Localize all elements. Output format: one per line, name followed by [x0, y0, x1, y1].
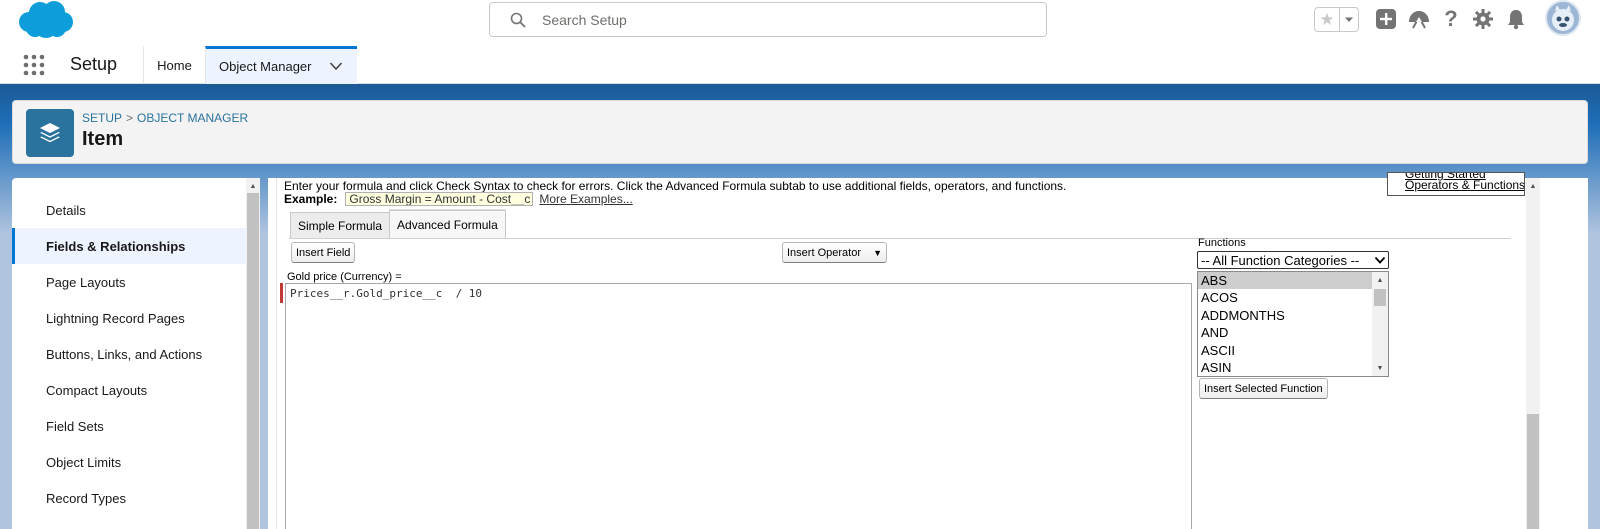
chevron-down-icon[interactable]	[329, 61, 343, 71]
insert-operator-label: Insert Operator	[787, 246, 861, 259]
sidebar-item-compact-layouts[interactable]: Compact Layouts	[12, 372, 246, 408]
sidebar-item-record-types[interactable]: Record Types	[12, 480, 246, 516]
trailhead-icon[interactable]	[1407, 7, 1431, 31]
scrollbar-thumb[interactable]	[1527, 414, 1539, 529]
sidebar-item-lightning-record-pages[interactable]: Lightning Record Pages	[12, 300, 246, 336]
sidebar-scrollbar[interactable]: ▲	[246, 178, 260, 529]
insert-selected-function-button[interactable]: Insert Selected Function	[1199, 378, 1328, 399]
help-icon[interactable]: ?	[1439, 6, 1463, 31]
insert-field-button[interactable]: Insert Field	[291, 242, 356, 263]
favorites-list-button[interactable]	[1339, 8, 1358, 31]
tab-simple-formula[interactable]: Simple Formula	[290, 212, 391, 239]
tab-home[interactable]: Home	[143, 46, 205, 84]
scroll-up-arrow-icon[interactable]: ▲	[1372, 272, 1388, 288]
formula-help-box: Getting Started Operators & Functions	[1387, 172, 1525, 196]
app-launcher-icon[interactable]	[23, 54, 45, 76]
function-option-acos[interactable]: ACOS	[1198, 289, 1372, 306]
sidebar-item-buttons-links-actions[interactable]: Buttons, Links, and Actions	[12, 336, 246, 372]
operators-functions-link[interactable]: Operators & Functions	[1405, 179, 1524, 191]
tab-object-manager[interactable]: Object Manager	[205, 46, 357, 84]
formula-tabs: Simple Formula Advanced Formula	[290, 210, 506, 239]
example-value: Gross Margin = Amount - Cost__c	[345, 192, 534, 206]
scroll-down-arrow-icon[interactable]: ▼	[1372, 360, 1388, 376]
plus-icon[interactable]	[1374, 7, 1398, 31]
more-examples-link[interactable]: More Examples...	[539, 192, 632, 206]
function-option-asin[interactable]: ASIN	[1198, 359, 1372, 376]
breadcrumb-separator: >	[126, 111, 134, 125]
salesforce-cloud-logo[interactable]	[16, 0, 76, 40]
chevron-down-icon	[1345, 17, 1353, 22]
function-option-abs[interactable]: ABS	[1198, 272, 1372, 290]
star-icon[interactable]: ★	[1315, 8, 1339, 31]
bell-icon[interactable]	[1504, 7, 1528, 31]
global-header: ★ ?	[0, 0, 1600, 46]
required-indicator	[280, 283, 283, 303]
object-layers-icon	[26, 109, 74, 157]
function-listbox[interactable]: ABS ACOS ADDMONTHS AND ASCII ASIN ▲ ▼	[1197, 271, 1389, 377]
example-label: Example:	[284, 192, 338, 206]
object-sidebar: Details Fields & Relationships Page Layo…	[12, 178, 260, 529]
formula-field-label: Gold price (Currency) =	[287, 271, 402, 283]
sidebar-item-fields-relationships[interactable]: Fields & Relationships	[12, 228, 246, 264]
main-scrollbar[interactable]: ▲	[1526, 178, 1540, 529]
favorites-group: ★	[1314, 7, 1359, 32]
formula-instructions: Enter your formula and click Check Synta…	[284, 179, 1067, 193]
breadcrumb: SETUP > OBJECT MANAGER	[82, 111, 248, 125]
function-list-scrollbar[interactable]: ▲ ▼	[1372, 272, 1388, 376]
function-option-addmonths[interactable]: ADDMONTHS	[1198, 307, 1372, 324]
sidebar-item-field-sets[interactable]: Field Sets	[12, 408, 246, 444]
sidebar-item-details[interactable]: Details	[12, 192, 246, 228]
function-category-select[interactable]: -- All Function Categories --	[1197, 251, 1389, 269]
page-title: Item	[82, 128, 124, 150]
example-row: Example: Gross Margin = Amount - Cost__c…	[284, 192, 633, 206]
search-box[interactable]	[489, 2, 1047, 37]
app-nav-bar: Setup Home Object Manager	[0, 46, 1600, 84]
scroll-up-arrow-icon[interactable]: ▲	[246, 180, 260, 192]
gear-icon[interactable]	[1471, 7, 1495, 31]
sidebar-item-object-limits[interactable]: Object Limits	[12, 444, 246, 480]
formula-textarea[interactable]: Prices__r.Gold_price__c / 10	[285, 283, 1192, 529]
formula-editor-frame: Enter your formula and click Check Synta…	[276, 172, 1531, 529]
scrollbar-thumb[interactable]	[1374, 289, 1386, 306]
insert-operator-button[interactable]: Insert Operator ▼	[782, 242, 887, 263]
scroll-up-arrow-icon[interactable]: ▲	[1526, 180, 1540, 192]
avatar[interactable]	[1545, 0, 1581, 36]
breadcrumb-object-manager[interactable]: OBJECT MANAGER	[137, 111, 248, 125]
formula-editor-panel: Enter your formula and click Check Synta…	[268, 172, 1588, 529]
tab-home-label: Home	[157, 57, 192, 73]
tab-object-manager-label: Object Manager	[219, 59, 312, 74]
tab-advanced-formula[interactable]: Advanced Formula	[389, 210, 506, 239]
sidebar-item-page-layouts[interactable]: Page Layouts	[12, 264, 246, 300]
search-icon	[510, 12, 526, 28]
tab-divider	[289, 238, 1511, 239]
search-input[interactable]	[542, 3, 1032, 36]
chevron-down-icon	[1374, 256, 1386, 264]
caret-down-icon: ▼	[873, 247, 882, 258]
function-category-value: -- All Function Categories --	[1201, 252, 1360, 268]
formula-input-wrapper: Prices__r.Gold_price__c / 10	[280, 283, 1192, 529]
app-name: Setup	[70, 54, 118, 74]
scrollbar-thumb[interactable]	[247, 193, 259, 529]
functions-label: Functions	[1198, 237, 1246, 249]
breadcrumb-setup[interactable]: SETUP	[82, 111, 122, 125]
function-option-ascii[interactable]: ASCII	[1198, 342, 1372, 359]
function-option-and[interactable]: AND	[1198, 324, 1372, 341]
object-page-header: SETUP > OBJECT MANAGER Item	[12, 100, 1588, 164]
